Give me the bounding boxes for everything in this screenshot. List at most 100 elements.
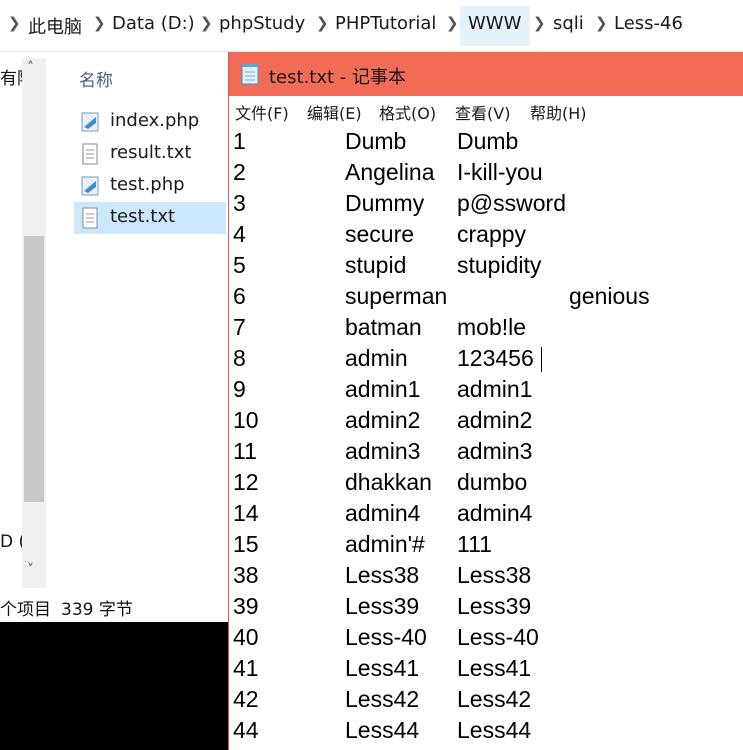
text-line: 3 Dummy p@ssword	[229, 190, 743, 221]
line-id: 11	[233, 438, 257, 464]
line-id: 2	[233, 159, 246, 185]
line-password: admin3	[457, 438, 533, 464]
text-line: 10 admin2 admin2	[229, 407, 743, 438]
line-password: 123456	[457, 345, 534, 371]
text-line: 39 Less39 Less39	[229, 593, 743, 624]
line-password: stupidity	[457, 252, 542, 278]
text-line: 14 admin4 admin4	[229, 500, 743, 531]
address-bar[interactable]: ❯ 此电脑 ❯ Data (D:) ❯ phpStudy ❯ PHPTutori…	[0, 0, 743, 52]
menu-format[interactable]: 格式(O)	[379, 100, 436, 124]
line-username: admin4	[345, 500, 421, 526]
file-name: index.php	[110, 110, 200, 131]
scroll-up-icon[interactable]: ˄	[27, 60, 34, 76]
menu-file[interactable]: 文件(F)	[235, 100, 289, 124]
file-item-index-php[interactable]: index.php	[74, 106, 226, 138]
column-header-name[interactable]: 名称	[79, 66, 113, 91]
line-password: admin2	[457, 407, 533, 433]
breadcrumb-this-pc[interactable]: 此电脑	[28, 13, 82, 39]
navigation-scrollbar[interactable]: ˄ ˅	[22, 58, 46, 588]
chevron-right-icon[interactable]: ❯	[93, 14, 106, 32]
text-line: 7 batman mob!le	[229, 314, 743, 345]
line-password: mob!le	[457, 314, 527, 340]
line-id: 38	[233, 562, 259, 588]
line-id: 12	[233, 469, 259, 495]
line-username: Less44	[345, 717, 420, 743]
notepad-title-bar[interactable]: test.txt - 记事本	[229, 52, 743, 96]
text-file-icon	[82, 207, 98, 229]
text-line: 2 Angelina I-kill-you	[229, 159, 743, 190]
line-password: Less44	[457, 717, 532, 743]
line-password: Less38	[457, 562, 532, 588]
line-username: Less-40	[345, 624, 427, 650]
text-line: 38 Less38 Less38	[229, 562, 743, 593]
line-username: admin1	[345, 376, 421, 402]
line-username: admin3	[345, 438, 421, 464]
scroll-down-icon[interactable]: ˅	[27, 562, 34, 578]
line-password: admin1	[457, 376, 533, 402]
text-file-icon	[82, 143, 98, 165]
line-id: 14	[233, 500, 259, 526]
menu-view[interactable]: 查看(V)	[455, 100, 510, 124]
line-password: p@ssword	[457, 190, 566, 216]
line-id: 9	[233, 376, 246, 402]
line-password: Less42	[457, 686, 532, 712]
line-id: 40	[233, 624, 259, 650]
line-password: genious	[569, 283, 650, 309]
line-username: Dumb	[345, 128, 407, 154]
menu-edit[interactable]: 编辑(E)	[307, 100, 362, 124]
menu-help[interactable]: 帮助(H)	[530, 100, 587, 124]
line-id: 10	[233, 407, 259, 433]
file-name: result.txt	[110, 142, 192, 163]
text-line: 42 Less42 Less42	[229, 686, 743, 717]
breadcrumb-phpstudy[interactable]: phpStudy	[219, 13, 305, 34]
text-line: 44 Less44 Less44	[229, 717, 743, 748]
scrollbar-thumb[interactable]	[24, 236, 44, 502]
text-line: 12 dhakkan dumbo	[229, 469, 743, 500]
line-username: Less42	[345, 686, 420, 712]
breadcrumb-less-46[interactable]: Less-46	[614, 13, 683, 34]
line-password: dumbo	[457, 469, 528, 495]
line-id: 42	[233, 686, 259, 712]
text-editor-area[interactable]: 1 Dumb Dumb 2 Angelina I-kill-you 3 Dummy p@sswo…	[229, 124, 743, 750]
text-line: 40 Less-40 Less-40	[229, 624, 743, 655]
line-id: 4	[233, 221, 246, 247]
line-username: batman	[345, 314, 422, 340]
file-item-test-php[interactable]: test.php	[74, 170, 226, 202]
file-item-test-txt[interactable]: test.txt	[74, 202, 226, 234]
breadcrumb-www[interactable]: WWW	[468, 13, 521, 34]
chevron-right-icon[interactable]: ❯	[316, 14, 329, 32]
line-id: 3	[233, 190, 246, 216]
breadcrumb-phptutorial[interactable]: PHPTutorial	[335, 13, 436, 34]
line-id: 7	[233, 314, 246, 340]
file-list: 名称 index.php result.txt test.php test.tx…	[46, 52, 228, 597]
file-item-result-txt[interactable]: result.txt	[74, 138, 226, 170]
line-password: Less-40	[457, 624, 539, 650]
file-name: test.txt	[110, 206, 176, 227]
text-line: 6 superman genious	[229, 283, 743, 314]
line-username: Less41	[345, 655, 420, 681]
line-username: admin	[345, 345, 408, 371]
line-username: Less38	[345, 562, 420, 588]
text-line: 5 stupid stupidity	[229, 252, 743, 283]
chevron-right-icon[interactable]: ❯	[8, 14, 21, 32]
text-line: 15 admin'# 111	[229, 531, 743, 562]
chevron-right-icon[interactable]: ❯	[595, 14, 608, 32]
line-username: secure	[345, 221, 415, 247]
breadcrumb-data-drive[interactable]: Data (D:)	[112, 13, 195, 34]
line-password: admin4	[457, 500, 533, 526]
text-line: 9 admin1 admin1	[229, 376, 743, 407]
line-username: dhakkan	[345, 469, 432, 495]
chevron-right-icon[interactable]: ❯	[200, 14, 213, 32]
chevron-right-icon[interactable]: ❯	[446, 14, 459, 32]
text-line: 8 admin 123456	[229, 345, 743, 376]
php-file-icon	[81, 112, 99, 132]
line-password: crappy	[457, 221, 527, 247]
line-username: admin'#	[345, 531, 425, 557]
line-id: 1	[233, 128, 246, 154]
status-bar: 个项目 339 字节	[0, 595, 228, 622]
breadcrumb-sqli[interactable]: sqli	[553, 13, 584, 34]
menu-bar: 文件(F) 编辑(E) 格式(O) 查看(V) 帮助(H)	[229, 96, 743, 124]
background-window	[0, 622, 228, 750]
text-line: 41 Less41 Less41	[229, 655, 743, 686]
chevron-right-icon[interactable]: ❯	[533, 14, 546, 32]
